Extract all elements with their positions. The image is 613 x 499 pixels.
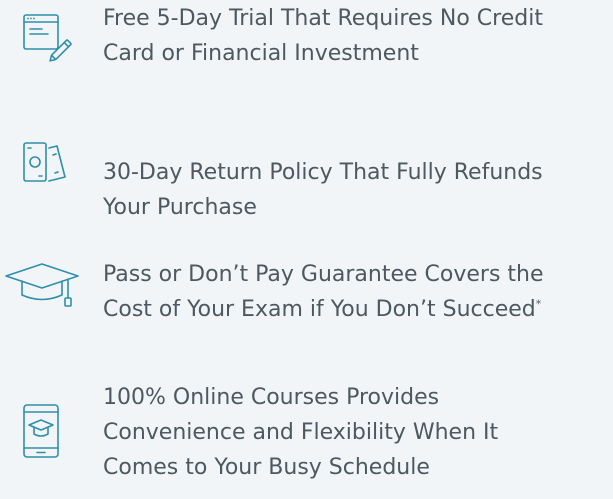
footnote-asterisk: * <box>535 297 542 311</box>
graduation-cap-icon <box>4 262 84 312</box>
mobile-graduation-cap-icon <box>22 403 76 463</box>
browser-pencil-icon <box>22 13 76 67</box>
feature-text: 100% Online Courses Provides Convenience… <box>103 385 499 480</box>
feature-text: 30-Day Return Policy That Fully Refunds … <box>103 160 543 220</box>
feature-text: Pass or Don’t Pay Guarantee Covers the C… <box>103 262 544 322</box>
money-bills-icon <box>22 141 76 191</box>
feature-text: Free 5-Day Trial That Requires No Credit… <box>103 6 543 66</box>
